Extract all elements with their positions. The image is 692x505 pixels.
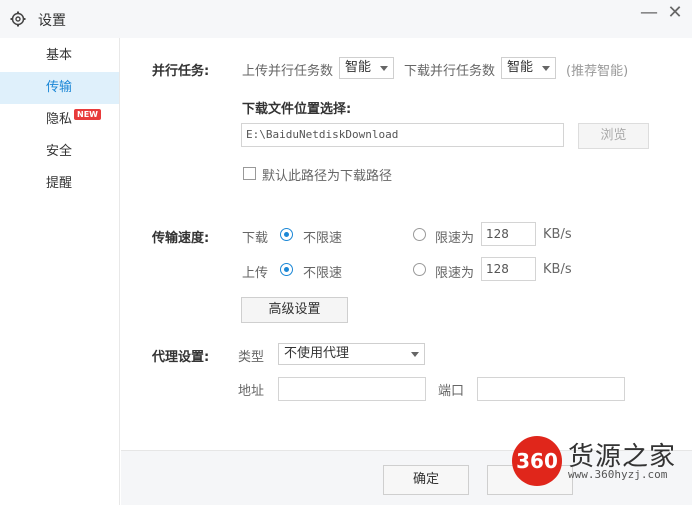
- sidebar-item-privacy[interactable]: 隐私 NEW: [0, 104, 119, 136]
- download-limit-input[interactable]: 128: [481, 222, 536, 246]
- proxy-address-input[interactable]: [278, 377, 426, 401]
- sidebar: 基本 传输 隐私 NEW 安全 提醒: [0, 38, 120, 505]
- parallel-section-label: 并行任务:: [152, 64, 210, 79]
- proxy-type-select[interactable]: 不使用代理: [278, 343, 425, 365]
- sidebar-item-label: 传输: [46, 80, 73, 95]
- sidebar-item-label: 提醒: [46, 176, 73, 191]
- upload-unit: KB/s: [543, 262, 572, 277]
- download-parallel-value: 智能: [507, 60, 534, 75]
- parallel-hint: (推荐智能): [566, 64, 629, 79]
- proxy-port-label: 端口: [438, 384, 465, 399]
- proxy-section-label: 代理设置:: [152, 350, 210, 365]
- download-limit-label: 限速为: [435, 231, 475, 246]
- watermark: 360 货源之家 www.360hyzj.com: [506, 430, 692, 490]
- watermark-url: www.360hyzj.com: [568, 468, 668, 481]
- upload-parallel-select[interactable]: 智能: [339, 57, 394, 79]
- download-location-label: 下载文件位置选择:: [242, 102, 352, 117]
- download-limit-radio[interactable]: [413, 228, 426, 241]
- chevron-down-icon: [411, 352, 419, 357]
- browse-button[interactable]: 浏览: [578, 123, 649, 149]
- upload-limit-label: 限速为: [435, 266, 475, 281]
- gear-icon: [10, 11, 26, 27]
- default-path-checkbox[interactable]: [243, 167, 256, 180]
- download-speed-label: 下载: [242, 231, 269, 246]
- chevron-down-icon: [542, 66, 550, 71]
- download-path-input[interactable]: E:\BaiduNetdiskDownload: [241, 123, 564, 147]
- upload-parallel-label: 上传并行任务数: [242, 64, 334, 79]
- chevron-down-icon: [380, 66, 388, 71]
- sidebar-item-basic[interactable]: 基本: [0, 40, 119, 72]
- download-unlimited-label: 不限速: [303, 231, 343, 246]
- upload-limit-radio[interactable]: [413, 263, 426, 276]
- download-parallel-label: 下载并行任务数: [404, 64, 496, 79]
- download-unit: KB/s: [543, 227, 572, 242]
- sidebar-item-label: 安全: [46, 144, 73, 159]
- window-title: 设置: [38, 13, 66, 29]
- upload-unlimited-label: 不限速: [303, 266, 343, 281]
- new-badge: NEW: [74, 109, 101, 120]
- sidebar-item-security[interactable]: 安全: [0, 136, 119, 168]
- upload-parallel-value: 智能: [345, 60, 372, 75]
- upload-speed-label: 上传: [242, 266, 269, 281]
- upload-unlimited-radio[interactable]: [280, 263, 293, 276]
- sidebar-item-transfer[interactable]: 传输: [0, 72, 119, 104]
- sidebar-item-label: 隐私: [46, 112, 73, 127]
- proxy-type-value: 不使用代理: [284, 346, 350, 361]
- proxy-type-label: 类型: [238, 350, 265, 365]
- upload-limit-input[interactable]: 128: [481, 257, 536, 281]
- ok-button[interactable]: 确定: [383, 465, 469, 495]
- sidebar-item-label: 基本: [46, 48, 73, 63]
- minimize-button[interactable]: —: [638, 2, 660, 26]
- watermark-logo: 360: [512, 436, 562, 486]
- proxy-port-input[interactable]: [477, 377, 625, 401]
- speed-section-label: 传输速度:: [152, 231, 210, 246]
- proxy-address-label: 地址: [238, 384, 265, 399]
- title-bar: 设置 — ✕: [0, 0, 692, 38]
- download-unlimited-radio[interactable]: [280, 228, 293, 241]
- default-path-label: 默认此路径为下载路径: [262, 169, 393, 184]
- download-parallel-select[interactable]: 智能: [501, 57, 556, 79]
- close-button[interactable]: ✕: [664, 2, 686, 26]
- sidebar-item-reminder[interactable]: 提醒: [0, 168, 119, 200]
- advanced-settings-button[interactable]: 高级设置: [241, 297, 348, 323]
